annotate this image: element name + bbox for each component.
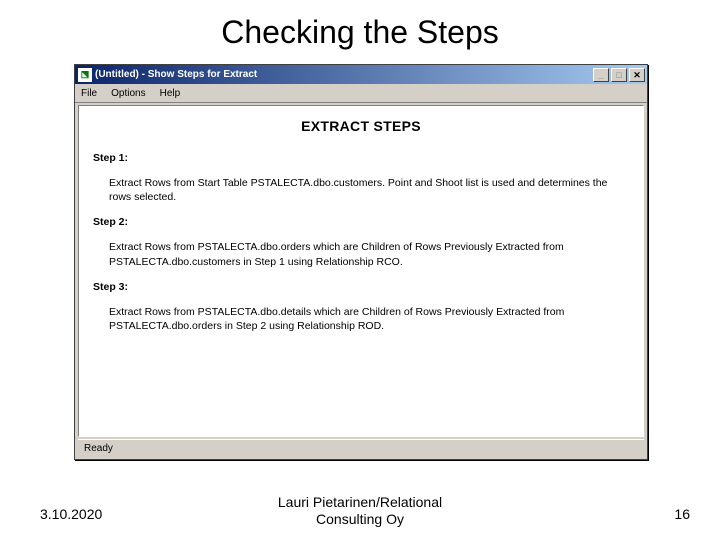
window-controls: _ □ ✕: [593, 68, 645, 82]
maximize-button[interactable]: □: [611, 68, 627, 82]
footer-page-number: 16: [674, 506, 690, 522]
step-label-2: Step 2:: [93, 216, 629, 228]
window-title: (Untitled) - Show Steps for Extract: [95, 69, 593, 80]
step-label-3: Step 3:: [93, 281, 629, 293]
content-heading: EXTRACT STEPS: [93, 118, 629, 134]
app-icon: ⬔: [78, 68, 92, 82]
menu-options[interactable]: Options: [111, 88, 145, 99]
statusbar: Ready: [78, 439, 644, 456]
menubar: File Options Help: [75, 84, 647, 103]
minimize-button[interactable]: _: [593, 68, 609, 82]
step-text-1: Extract Rows from Start Table PSTALECTA.…: [93, 176, 629, 204]
menu-file[interactable]: File: [81, 88, 97, 99]
step-text-2: Extract Rows from PSTALECTA.dbo.orders w…: [93, 240, 629, 268]
content-area: EXTRACT STEPS Step 1: Extract Rows from …: [78, 105, 644, 437]
status-text: Ready: [84, 443, 113, 454]
window: ⬔ (Untitled) - Show Steps for Extract _ …: [74, 64, 648, 460]
titlebar: ⬔ (Untitled) - Show Steps for Extract _ …: [75, 65, 647, 84]
step-text-3: Extract Rows from PSTALECTA.dbo.details …: [93, 305, 629, 333]
menu-help[interactable]: Help: [160, 88, 181, 99]
close-button[interactable]: ✕: [629, 68, 645, 82]
slide-title: Checking the Steps: [0, 0, 720, 61]
footer-author: Lauri Pietarinen/RelationalConsulting Oy: [0, 494, 720, 528]
step-label-1: Step 1:: [93, 152, 629, 164]
